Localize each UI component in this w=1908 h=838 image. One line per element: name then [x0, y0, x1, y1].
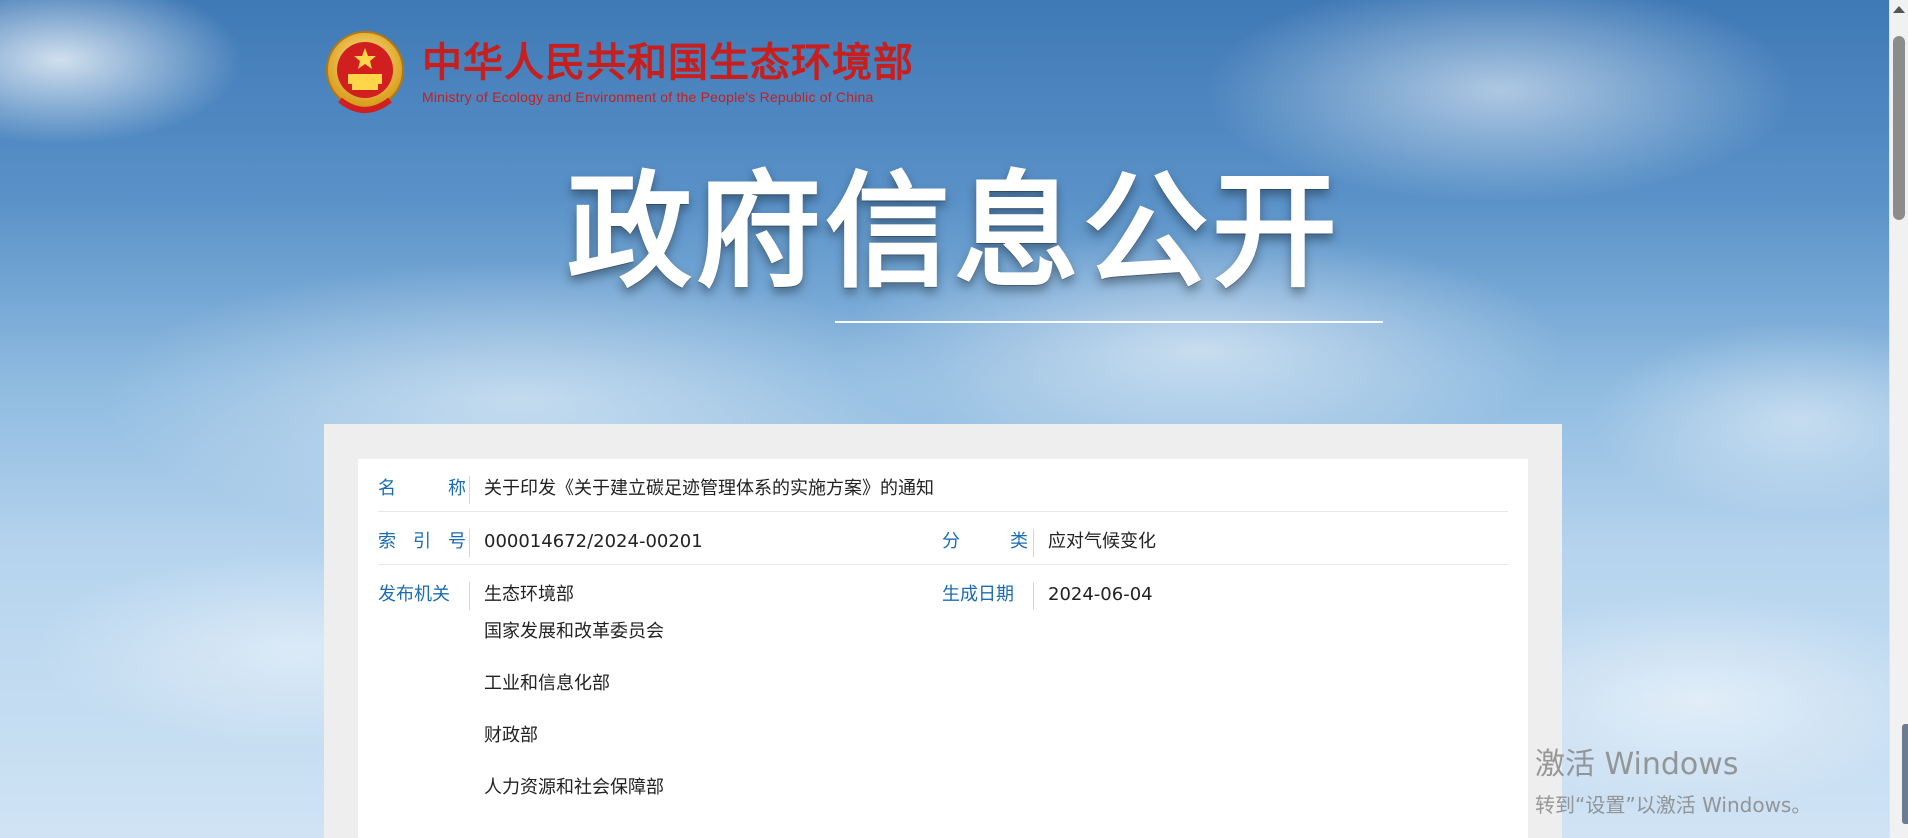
publisher-value-2: 国家发展和改革委员会	[484, 621, 664, 642]
label-divider	[469, 476, 470, 504]
category-value: 应对气候变化	[1048, 531, 1156, 552]
name-value: 关于印发《关于建立碳足迹管理体系的实施方案》的通知	[484, 478, 934, 499]
watermark-subtitle: 转到“设置”以激活 Windows。	[1535, 793, 1812, 817]
side-panel-tab[interactable]	[1902, 724, 1908, 824]
publisher-label: 发布机关	[378, 584, 450, 605]
publisher-value-3: 工业和信息化部	[484, 673, 610, 694]
info-row-name: 名 称 关于印发《关于建立碳足迹管理体系的实施方案》的通知	[378, 459, 1508, 512]
label-divider	[469, 529, 470, 557]
org-name-en: Ministry of Ecology and Environment of t…	[422, 89, 874, 105]
org-name-cn: 中华人民共和国生态环境部	[422, 41, 914, 85]
index-label: 索 引 号	[378, 531, 466, 552]
windows-activation-watermark: 激活 Windows 转到“设置”以激活 Windows。	[1535, 748, 1811, 818]
publisher-list: 国家发展和改革委员会 工业和信息化部 财政部 人力资源和社会保障部	[484, 619, 664, 827]
page-root: 中华人民共和国生态环境部 Ministry of Ecology and Env…	[0, 0, 1908, 838]
hero-divider	[835, 321, 1383, 323]
index-value: 000014672/2024-00201	[484, 531, 703, 552]
name-label: 名 称	[378, 478, 466, 499]
national-emblem-icon	[326, 31, 404, 113]
publisher-value-4: 财政部	[484, 725, 538, 746]
category-label: 分 类	[942, 531, 1028, 552]
page-hero-title: 政府信息公开	[567, 163, 1341, 302]
date-value: 2024-06-04	[1048, 584, 1153, 605]
publisher-value-1: 生态环境部	[484, 584, 574, 605]
label-divider	[1033, 582, 1034, 610]
scroll-up-arrow-icon[interactable]	[1893, 6, 1905, 13]
watermark-title: 激活 Windows	[1535, 747, 1739, 782]
info-panel: 名 称 关于印发《关于建立碳足迹管理体系的实施方案》的通知 索 引 号 0000…	[324, 424, 1562, 838]
publisher-value-5: 人力资源和社会保障部	[484, 777, 664, 798]
info-card: 名 称 关于印发《关于建立碳足迹管理体系的实施方案》的通知 索 引 号 0000…	[358, 459, 1528, 838]
date-label: 生成日期	[942, 584, 1014, 605]
info-row-publisher: 发布机关 生态环境部 国家发展和改革委员会 工业和信息化部 财政部 人力资源和社…	[378, 565, 1508, 835]
vertical-scrollbar[interactable]	[1889, 0, 1908, 838]
label-divider	[1033, 529, 1034, 557]
site-header[interactable]: 中华人民共和国生态环境部 Ministry of Ecology and Env…	[324, 30, 914, 118]
scrollbar-thumb[interactable]	[1893, 36, 1905, 220]
label-divider	[469, 582, 470, 610]
info-row-index: 索 引 号 000014672/2024-00201 分 类 应对气候变化	[378, 512, 1508, 565]
